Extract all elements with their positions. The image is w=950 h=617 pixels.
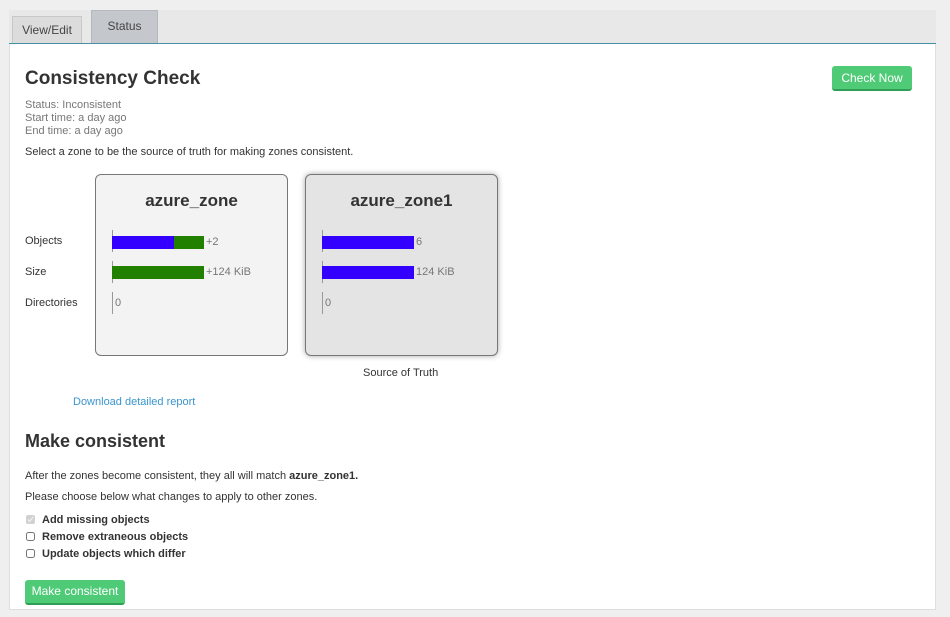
directories-value: 0	[325, 297, 332, 309]
status-text: Status: Inconsistent	[25, 99, 121, 111]
match-text: After the zones become consistent, they …	[25, 470, 290, 482]
size-common-bar	[322, 266, 414, 279]
zone-name: azure_zone1	[350, 191, 453, 210]
tab-status[interactable]: Status	[91, 10, 158, 43]
make-consistent-button[interactable]: Make consistent	[25, 580, 125, 605]
row-label-directories: Directories	[25, 297, 78, 309]
choose-instruction: Please choose below what changes to appl…	[25, 491, 318, 503]
consistency-check-title: Consistency Check	[25, 68, 201, 89]
objects-common-bar	[112, 236, 174, 249]
directories-value: 0	[115, 297, 122, 309]
match-description: After the zones become consistent, they …	[25, 470, 358, 482]
source-of-truth-label: Source of Truth	[363, 367, 439, 379]
zone-card-azure-zone1[interactable]: azure_zone1 6 124 KiB 0	[305, 174, 498, 356]
option-label: Update objects which differ	[42, 548, 186, 560]
make-consistent-title: Make consistent	[25, 431, 166, 451]
directories-axis	[112, 292, 113, 314]
end-time-text: End time: a day ago	[25, 125, 123, 137]
tab-bar: View/Edit Status	[9, 10, 936, 44]
option-label: Remove extraneous objects	[42, 531, 189, 543]
directories-axis	[322, 292, 323, 314]
size-diff-bar	[112, 266, 204, 279]
check-now-button[interactable]: Check Now	[832, 66, 912, 91]
match-zone-name: azure_zone1.	[289, 470, 359, 482]
status-panel: Consistency Check Check Now Status: Inco…	[9, 44, 936, 610]
tab-view-edit[interactable]: View/Edit	[12, 16, 82, 43]
objects-value: +2	[206, 236, 219, 248]
objects-diff-bar	[174, 236, 204, 249]
objects-value: 6	[416, 236, 423, 248]
remove-extraneous-checkbox[interactable]	[26, 532, 35, 541]
zone-name: azure_zone	[145, 191, 238, 210]
row-label-size: Size	[25, 266, 47, 278]
objects-common-bar	[322, 236, 414, 249]
zone-card-azure-zone[interactable]: azure_zone +2 +124 KiB 0	[95, 174, 288, 356]
start-time-text: Start time: a day ago	[25, 112, 127, 124]
download-report-link[interactable]: Download detailed report	[73, 396, 195, 408]
row-label-objects: Objects	[25, 235, 63, 247]
update-differ-checkbox[interactable]	[26, 549, 35, 558]
size-value: 124 KiB	[416, 266, 455, 278]
option-label: Add missing objects	[42, 514, 150, 526]
size-value: +124 KiB	[206, 266, 251, 278]
select-zone-instruction: Select a zone to be the source of truth …	[25, 146, 354, 158]
add-missing-checkbox[interactable]	[26, 515, 35, 524]
